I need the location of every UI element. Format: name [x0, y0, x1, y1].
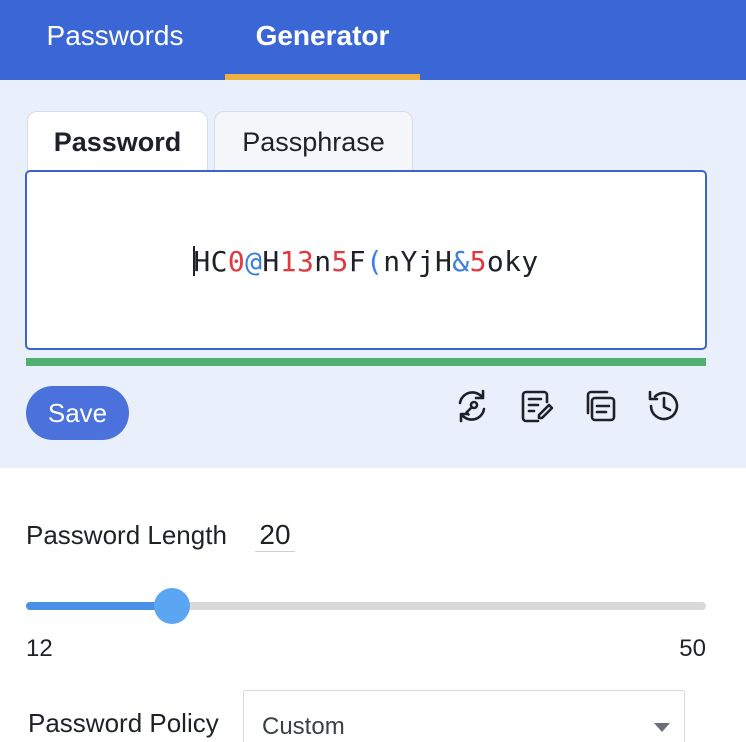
password-policy-select[interactable]: Custom [243, 690, 685, 742]
policy-selected-value: Custom [262, 713, 345, 740]
password-length-input[interactable]: 20 [255, 516, 295, 552]
password-char-digit: 13 [279, 245, 315, 278]
copy-icon[interactable] [580, 386, 620, 426]
password-length-label: Password Length [26, 520, 227, 550]
length-min-label: 12 [26, 635, 53, 662]
generated-password-field[interactable]: HC0@H13n5F(nYjH&5oky [25, 170, 707, 350]
password-char-letter: H [262, 245, 280, 278]
subtab-password[interactable]: Password [27, 111, 208, 171]
top-nav: Passwords Generator [0, 0, 746, 80]
password-char-letter: F [348, 245, 366, 278]
slider-thumb[interactable] [154, 588, 190, 624]
tab-generator[interactable]: Generator [225, 0, 420, 80]
password-char-digit: 5 [331, 245, 349, 278]
regenerate-icon[interactable] [452, 386, 492, 426]
password-char-symbol: @ [245, 245, 263, 278]
password-char-symbol: & [452, 245, 470, 278]
edit-icon[interactable] [516, 386, 556, 426]
generated-password-text: HC0@H13n5F(nYjH&5oky [27, 245, 705, 278]
chevron-down-icon [654, 723, 670, 732]
history-icon[interactable] [644, 386, 684, 426]
password-char-letter: oky [486, 245, 539, 278]
strength-bar [26, 358, 706, 366]
password-char-digit: 5 [469, 245, 487, 278]
password-policy-label: Password Policy [28, 708, 219, 738]
password-char-letter: nYjH [383, 245, 453, 278]
slider-fill [26, 602, 172, 610]
password-char-symbol: ( [366, 245, 384, 278]
save-button[interactable]: Save [26, 386, 129, 440]
password-char-letter: n [314, 245, 332, 278]
subtab-passphrase[interactable]: Passphrase [214, 111, 413, 171]
length-max-label: 50 [679, 635, 706, 662]
tab-passwords[interactable]: Passwords [30, 0, 200, 80]
password-char-letter: HC [193, 245, 228, 278]
password-length-slider[interactable] [26, 588, 706, 624]
password-char-digit: 0 [227, 245, 246, 278]
